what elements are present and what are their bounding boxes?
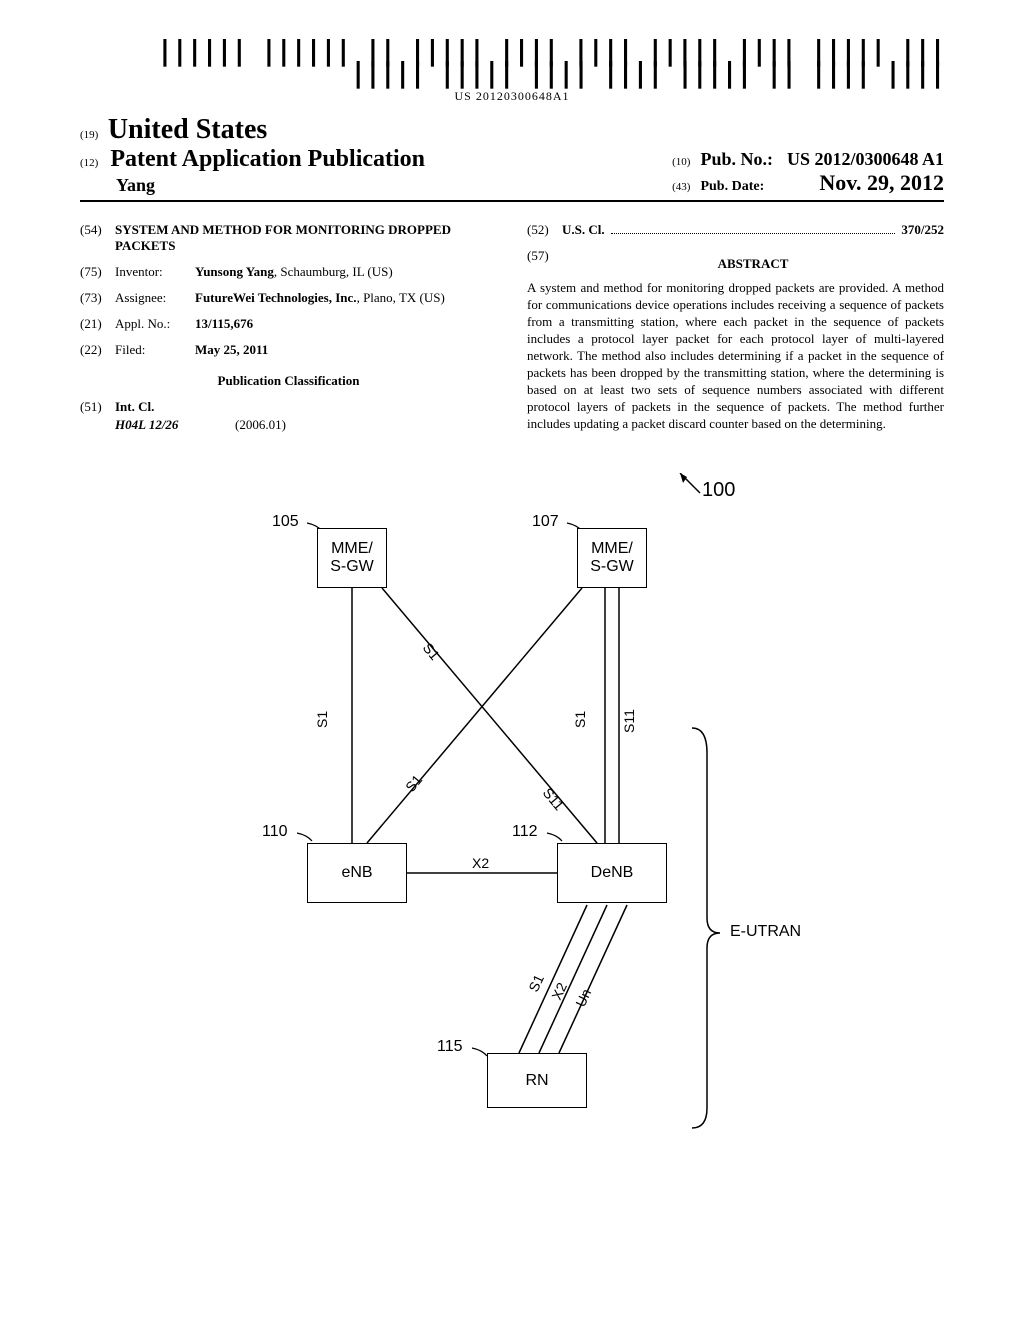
ref-107: 107	[532, 513, 559, 531]
filed-value: May 25, 2011	[195, 342, 268, 357]
bibliographic-section: (54) SYSTEM AND METHOD FOR MONITORING DR…	[80, 222, 944, 443]
box-denb: DeNB	[557, 843, 667, 903]
inventor-code: (75)	[80, 264, 115, 280]
ref-112: 112	[512, 823, 538, 841]
barcode-area: |||||| |||||| || ||||| |||| |||| ||||| |…	[80, 40, 944, 104]
abstract-text: A system and method for monitoring dropp…	[527, 280, 944, 432]
appl-no-value: 13/115,676	[195, 316, 253, 331]
int-cl-value: H04L 12/26	[115, 417, 235, 433]
inventor-location: , Schaumburg, IL (US)	[274, 264, 393, 279]
pub-no-code: (10)	[672, 156, 690, 168]
box-rn: RN	[487, 1053, 587, 1108]
country-name: United States	[108, 114, 267, 145]
ref-105: 105	[272, 513, 299, 531]
int-cl-date: (2006.01)	[235, 417, 286, 433]
link-s1-rn: S1	[525, 972, 547, 994]
assignee-code: (73)	[80, 290, 115, 306]
ref-100: 100	[702, 479, 735, 502]
link-s11-right: S11	[621, 709, 637, 733]
pub-date-label: Pub. Date:	[700, 179, 764, 194]
box-enb: eNB	[307, 843, 407, 903]
dotted-leader	[611, 233, 896, 234]
filed-label: Filed:	[115, 342, 195, 358]
link-s1-diag1: S1	[420, 640, 443, 664]
link-s11-diag: S11	[540, 785, 568, 814]
title-code: (54)	[80, 222, 115, 254]
appl-no-code: (21)	[80, 316, 115, 332]
pub-type-code: (12)	[80, 157, 98, 169]
inventor-name: Yunsong Yang	[195, 264, 274, 279]
pub-date-value: Nov. 29, 2012	[819, 170, 944, 196]
int-cl-label: Int. Cl.	[115, 399, 154, 414]
assignee-label: Assignee:	[115, 290, 195, 306]
ref-110: 110	[262, 823, 288, 841]
int-cl-code: (51)	[80, 399, 115, 415]
link-s1-right: S1	[572, 711, 588, 728]
pub-no-label: Pub. No.:	[700, 149, 773, 169]
us-cl-value: 370/252	[901, 222, 944, 238]
label-eutran: E-UTRAN	[730, 923, 801, 941]
pub-class-header: Publication Classification	[80, 373, 497, 389]
abstract-label: ABSTRACT	[562, 256, 944, 272]
link-s1-diag2: S1	[402, 772, 425, 796]
box-mme-2: MME/ S-GW	[577, 528, 647, 588]
pub-type: Patent Application Publication	[110, 146, 425, 173]
country-code: (19)	[80, 129, 98, 141]
us-cl-label: U.S. Cl.	[562, 222, 605, 237]
header-inventor: Yang	[116, 175, 425, 196]
assignee-name: FutureWei Technologies, Inc.	[195, 290, 357, 305]
link-x2: X2	[472, 855, 489, 871]
pub-no-value: US 2012/0300648 A1	[787, 149, 944, 169]
barcode-graphic: |||||| |||||| || ||||| |||| |||| ||||| |…	[80, 40, 944, 85]
inventor-label: Inventor:	[115, 264, 195, 280]
ref-115: 115	[437, 1038, 463, 1056]
invention-title: SYSTEM AND METHOD FOR MONITORING DROPPED…	[115, 222, 497, 254]
figure-svg: S1 S1 S11 S1 S1 S11 X2 S1 X2 Un	[212, 473, 812, 1133]
assignee-location: , Plano, TX (US)	[357, 290, 445, 305]
barcode-number: US 20120300648A1	[80, 89, 944, 104]
document-header: (19) United States (12) Patent Applicati…	[80, 114, 944, 202]
pub-date-code: (43)	[672, 181, 690, 193]
abstract-code: (57)	[527, 248, 562, 280]
patent-figure: S1 S1 S11 S1 S1 S11 X2 S1 X2 Un 100 105 …	[212, 473, 812, 1133]
link-s1-left: S1	[314, 711, 330, 728]
filed-code: (22)	[80, 342, 115, 358]
box-mme-1: MME/ S-GW	[317, 528, 387, 588]
us-cl-code: (52)	[527, 222, 562, 238]
link-un-rn: Un	[572, 987, 594, 1010]
appl-no-label: Appl. No.:	[115, 316, 195, 332]
